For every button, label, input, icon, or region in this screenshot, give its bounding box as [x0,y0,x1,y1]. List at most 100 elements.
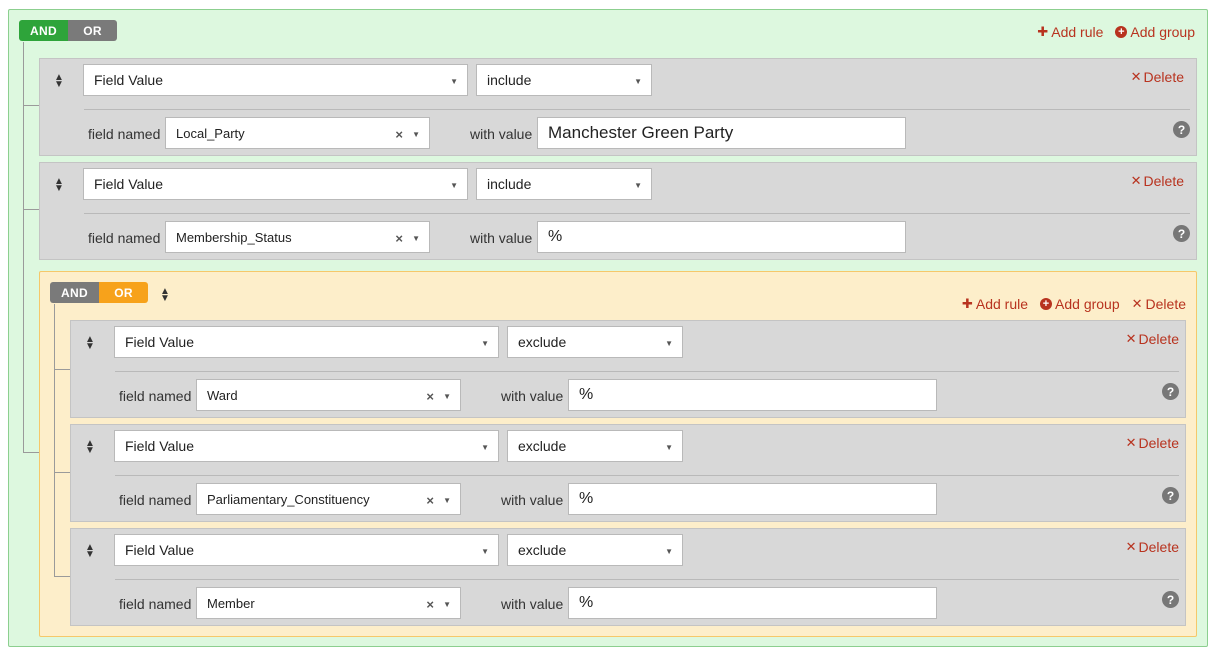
field-select[interactable]: Member × ▼ [196,587,461,619]
operator-select[interactable]: include ▼ [476,64,652,96]
clear-icon[interactable]: × [395,127,403,142]
rule-row: ▲ ▼ Field Value ▼ include ▼ ✕ Delete field n… [39,58,1197,156]
plus-circle-icon: + [1040,298,1053,310]
divider [84,109,1190,110]
rule-row: ▲ ▼ Field Value ▼ exclude ▼ ✕ Delete field n… [70,320,1186,418]
times-icon: ✕ [1130,69,1142,84]
field-named-label: field named [88,230,161,246]
inner-group-actions: ✚ Add rule + Add group ✕ Delete [962,296,1186,312]
inner-add-group-button[interactable]: + Add group [1040,296,1120,312]
inner-tree-line [54,304,55,576]
tree-connector [23,105,39,106]
field-select[interactable]: Membership_Status × ▼ [165,221,430,253]
field-named-label: field named [119,492,192,508]
sort-icon[interactable]: ▲ ▼ [85,335,95,352]
value-input[interactable]: % [537,221,906,253]
outer-add-group-button[interactable]: + Add group [1115,24,1195,40]
sort-icon[interactable]: ▲ ▼ [54,73,64,90]
divider [115,475,1179,476]
clear-icon[interactable]: × [426,597,434,612]
value-input[interactable]: % [568,587,937,619]
question-circle-icon[interactable]: ? [1162,383,1179,400]
chevron-down-icon: ▼ [443,496,451,505]
delete-rule-button[interactable]: ✕ Delete [1131,173,1184,189]
outer-condition-toggle: AND OR [19,20,117,41]
chevron-down-icon: ▼ [481,443,489,452]
outer-tree-line [23,42,24,452]
operator-select[interactable]: exclude ▼ [507,534,683,566]
chevron-down-icon: ▼ [665,443,673,452]
sort-icon[interactable]: ▲ ▼ [85,543,95,560]
chevron-down-icon: ▼ [450,181,458,190]
divider [115,371,1179,372]
rule-type-select[interactable]: Field Value ▼ [114,534,499,566]
outer-and-button[interactable]: AND [19,20,68,41]
rule-type-select[interactable]: Field Value ▼ [114,430,499,462]
value-input[interactable]: % [568,379,937,411]
operator-select[interactable]: exclude ▼ [507,430,683,462]
chevron-down-icon: ▼ [443,600,451,609]
delete-rule-button[interactable]: ✕ Delete [1126,539,1179,555]
with-value-label: with value [501,388,564,404]
plus-circle-icon: + [1115,26,1128,38]
chevron-down-icon: ▼ [481,339,489,348]
times-icon: ✕ [1125,331,1137,346]
chevron-down-icon: ▼ [412,130,420,139]
divider [115,579,1179,580]
delete-rule-button[interactable]: ✕ Delete [1126,331,1179,347]
times-icon: ✕ [1130,173,1142,188]
tree-connector [54,472,70,473]
tree-connector [23,452,39,453]
chevron-down-icon: ▼ [634,77,642,86]
value-input[interactable]: Manchester Green Party [537,117,906,149]
nested-rule-group: AND OR ▲ ▼ ✚ Add rule + Add group ✕ Delete ▲… [39,271,1197,637]
value-input[interactable]: % [568,483,937,515]
question-circle-icon[interactable]: ? [1173,225,1190,242]
tree-connector [54,369,70,370]
sort-icon[interactable]: ▲ ▼ [160,287,170,304]
chevron-down-icon: ▼ [450,77,458,86]
chevron-down-icon: ▼ [665,339,673,348]
inner-add-rule-button[interactable]: ✚ Add rule [962,296,1028,312]
field-named-label: field named [88,126,161,142]
rule-type-select[interactable]: Field Value ▼ [83,168,468,200]
tree-connector [54,576,70,577]
field-select[interactable]: Local_Party × ▼ [165,117,430,149]
inner-delete-group-button[interactable]: ✕ Delete [1132,296,1186,312]
plus-icon: ✚ [1037,24,1049,39]
outer-group-actions: ✚ Add rule + Add group [1037,24,1195,40]
chevron-down-icon: ▼ [665,547,673,556]
clear-icon[interactable]: × [426,389,434,404]
sort-icon[interactable]: ▲ ▼ [85,439,95,456]
rule-row: ▲ ▼ Field Value ▼ exclude ▼ ✕ Delete field n… [70,528,1186,626]
with-value-label: with value [501,596,564,612]
field-select[interactable]: Parliamentary_Constituency × ▼ [196,483,461,515]
question-circle-icon[interactable]: ? [1173,121,1190,138]
operator-select[interactable]: exclude ▼ [507,326,683,358]
clear-icon[interactable]: × [426,493,434,508]
with-value-label: with value [470,230,533,246]
rule-type-select[interactable]: Field Value ▼ [83,64,468,96]
outer-rule-group: AND OR ✚ Add rule + Add group ▲ ▼ Field Val… [8,9,1208,647]
chevron-down-icon: ▼ [443,392,451,401]
outer-add-rule-button[interactable]: ✚ Add rule [1037,24,1103,40]
delete-rule-button[interactable]: ✕ Delete [1126,435,1179,451]
with-value-label: with value [501,492,564,508]
clear-icon[interactable]: × [395,231,403,246]
question-circle-icon[interactable]: ? [1162,591,1179,608]
field-select[interactable]: Ward × ▼ [196,379,461,411]
operator-select[interactable]: include ▼ [476,168,652,200]
inner-and-button[interactable]: AND [50,282,99,303]
inner-or-button[interactable]: OR [99,282,148,303]
times-icon: ✕ [1125,435,1137,450]
times-icon: ✕ [1125,539,1137,554]
chevron-down-icon: ▼ [412,234,420,243]
delete-rule-button[interactable]: ✕ Delete [1131,69,1184,85]
question-circle-icon[interactable]: ? [1162,487,1179,504]
rule-type-select[interactable]: Field Value ▼ [114,326,499,358]
inner-condition-toggle: AND OR [50,282,148,303]
tree-connector [23,209,39,210]
sort-icon[interactable]: ▲ ▼ [54,177,64,194]
plus-icon: ✚ [961,296,973,311]
outer-or-button[interactable]: OR [68,20,117,41]
